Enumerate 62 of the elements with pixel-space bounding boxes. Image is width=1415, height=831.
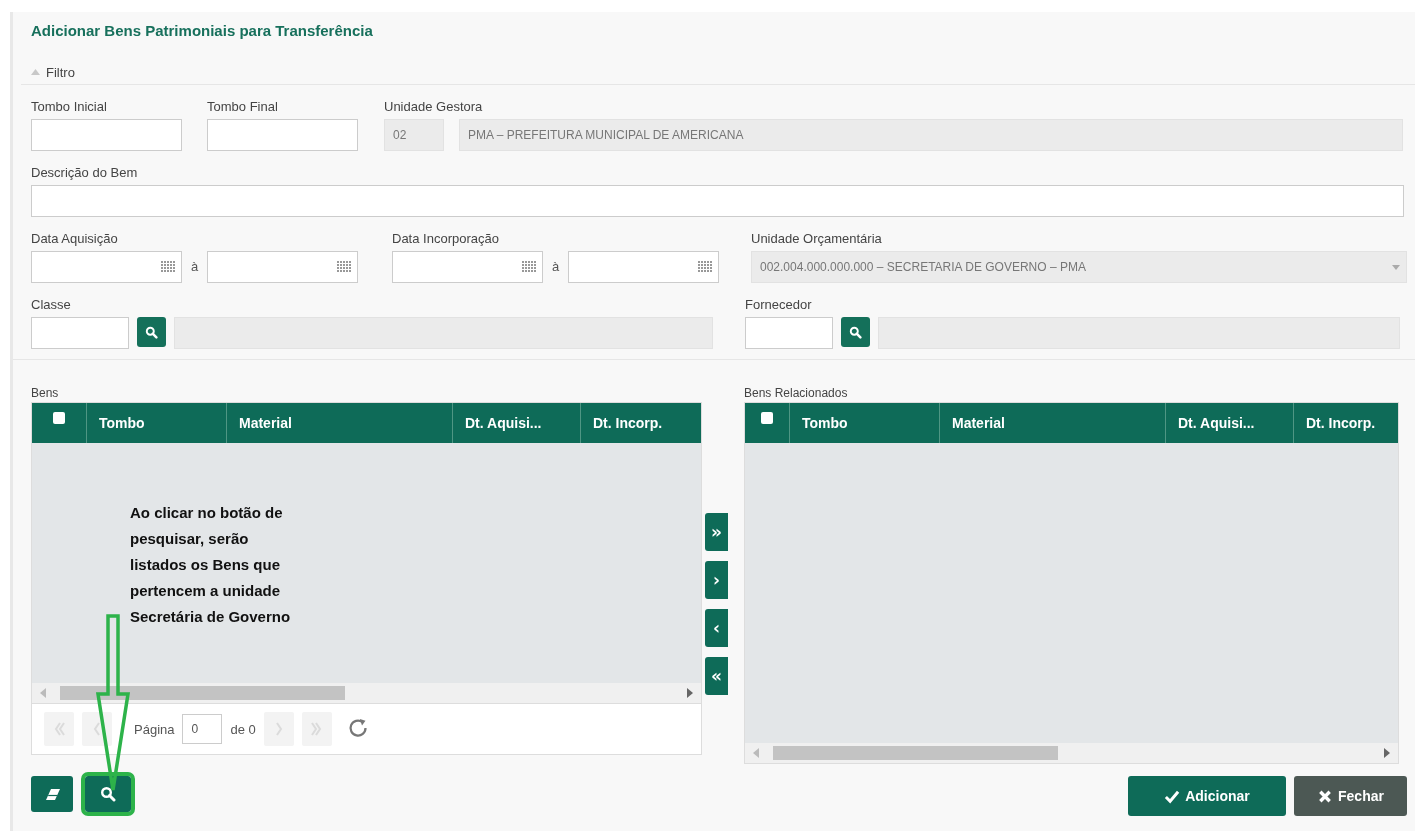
field-label: Data Incorporação [392, 231, 500, 247]
transfer-button[interactable]: » [705, 513, 728, 551]
dialog-title: Adicionar Bens Patrimoniais para Transferência [31, 21, 373, 41]
search-button[interactable] [137, 317, 166, 347]
calendar-icon [337, 261, 351, 273]
column-header[interactable]: Dt. Incorp. [1294, 403, 1398, 443]
scroll-left-icon [38, 688, 46, 698]
date-field[interactable] [568, 251, 719, 283]
page-label: Página [134, 721, 175, 737]
horizontal-scrollbar[interactable] [745, 743, 1398, 763]
refresh-icon [347, 717, 368, 738]
scroll-right-icon [687, 688, 695, 698]
transfer-button[interactable]: « [705, 657, 728, 695]
field-label: Classe [31, 297, 72, 313]
dropdown-caret-icon [1392, 264, 1400, 270]
tombo-field[interactable] [207, 119, 358, 151]
field-label: Fornecedor [745, 297, 813, 313]
code-field[interactable] [745, 317, 833, 349]
select-all-checkbox[interactable] [53, 412, 65, 424]
column-header[interactable]: Dt. Incorp. [581, 403, 701, 443]
search-button[interactable] [841, 317, 870, 347]
eraser-button[interactable] [31, 776, 73, 812]
check-icon [1164, 788, 1181, 804]
select-all-checkbox[interactable] [761, 412, 773, 424]
search-icon [849, 325, 862, 339]
filter-legend[interactable]: Filtro [46, 64, 75, 80]
eraser-icon [43, 786, 61, 802]
field-label: Data Aquisição [31, 231, 119, 247]
field-label: Unidade Orçamentária [751, 231, 883, 247]
page-input[interactable]: 0 [182, 714, 223, 744]
field-label: Descrição do Bem [31, 165, 139, 181]
code-field[interactable] [31, 317, 129, 349]
annotation-text: Ao clicar no botão de pesquisar, serão listados os Bens que pertencem a unidade Secretária de Governo [130, 503, 291, 627]
add-button[interactable]: Adicionar [1128, 776, 1286, 816]
horizontal-scrollbar[interactable] [32, 683, 701, 703]
scroll-right-icon [1384, 748, 1392, 758]
select-value: 002.004.000.000.000 – SECRETARIA DE GOVERNO – PMA [760, 260, 1086, 274]
scroll-left-icon [751, 748, 759, 758]
range-separator: à [550, 258, 561, 276]
field-label: Tombo Final [207, 99, 279, 115]
date-field[interactable] [31, 251, 182, 283]
pager-button[interactable] [301, 712, 332, 746]
date-field[interactable] [207, 251, 358, 283]
transfer-button[interactable]: ‹ [705, 609, 728, 647]
page-count: de 0 [230, 721, 256, 737]
close-button[interactable]: Fechar [1294, 776, 1407, 816]
date-field[interactable] [392, 251, 543, 283]
field-label: Tombo Inicial [31, 99, 108, 115]
description-input[interactable] [31, 185, 1404, 217]
calendar-icon [161, 261, 175, 273]
search-icon [99, 786, 117, 802]
pager-button[interactable] [44, 712, 74, 746]
tombo-field[interactable] [31, 119, 182, 151]
field-label: Unidade Gestora [384, 99, 484, 115]
calendar-icon [522, 261, 536, 273]
calendar-icon [698, 261, 712, 273]
panel-title: Bens [31, 386, 60, 402]
pager-button[interactable] [263, 712, 294, 746]
range-separator: à [189, 258, 200, 276]
search-icon [145, 325, 158, 339]
panel-title: Bens Relacionados [744, 386, 849, 402]
transfer-button[interactable]: › [705, 561, 728, 599]
